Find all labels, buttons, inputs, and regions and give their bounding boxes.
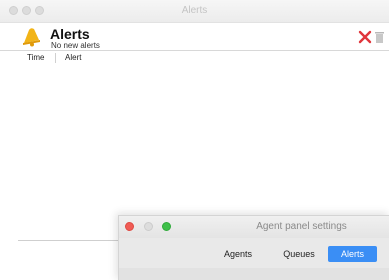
window-titlebar[interactable]: Alerts bbox=[0, 0, 389, 23]
tab-alerts[interactable]: Alerts bbox=[328, 246, 377, 262]
column-header-alert[interactable]: Alert bbox=[65, 53, 81, 62]
window-title: Alerts bbox=[181, 5, 208, 16]
panel-minimize-button[interactable] bbox=[144, 222, 153, 231]
column-divider[interactable] bbox=[55, 53, 56, 63]
column-header-time[interactable]: Time bbox=[27, 53, 44, 62]
agent-panel-settings-window: Agent panel settings Agents Queues Alert… bbox=[118, 215, 389, 280]
divider bbox=[18, 240, 118, 241]
panel-zoom-button[interactable] bbox=[162, 222, 171, 231]
alerts-status-text: No new alerts bbox=[51, 41, 100, 50]
panel-content bbox=[119, 268, 389, 280]
page-title: Alerts bbox=[50, 26, 90, 42]
panel-titlebar[interactable]: Agent panel settings bbox=[119, 216, 389, 238]
trash-icon[interactable] bbox=[375, 31, 384, 43]
tab-queues[interactable]: Queues bbox=[279, 246, 319, 262]
panel-close-button[interactable] bbox=[125, 222, 134, 231]
panel-title: Agent panel settings bbox=[256, 221, 347, 232]
tab-agents[interactable]: Agents bbox=[217, 246, 259, 262]
alerts-header: Alerts No new alerts bbox=[0, 22, 389, 51]
alerts-list[interactable] bbox=[0, 65, 389, 240]
bell-icon bbox=[23, 28, 40, 47]
table-header: Time Alert bbox=[0, 51, 389, 65]
alerts-window: Alerts Alerts No new alerts Time Alert A… bbox=[0, 0, 389, 280]
close-icon[interactable] bbox=[358, 30, 372, 44]
